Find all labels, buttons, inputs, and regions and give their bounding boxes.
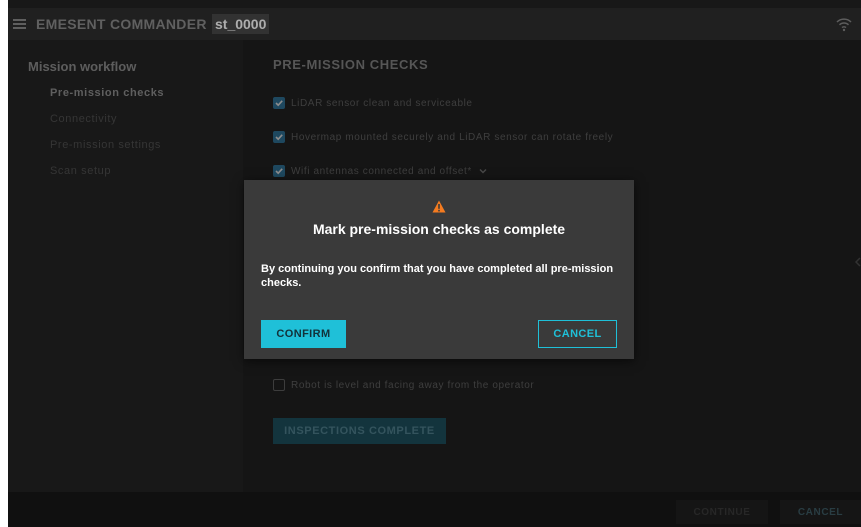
dialog-cancel-button[interactable]: CANCEL — [538, 320, 617, 348]
app-window: EMESENT COMMANDER st_0000 Mission workfl… — [8, 8, 861, 527]
screen-bezel — [0, 0, 8, 527]
dialog-message: By continuing you confirm that you have … — [261, 263, 614, 289]
warning-icon — [432, 200, 446, 213]
confirm-dialog: Mark pre-mission checks as complete By c… — [244, 180, 634, 359]
dialog-title: Mark pre-mission checks as complete — [312, 221, 566, 237]
confirm-button[interactable]: CONFIRM — [261, 320, 346, 348]
